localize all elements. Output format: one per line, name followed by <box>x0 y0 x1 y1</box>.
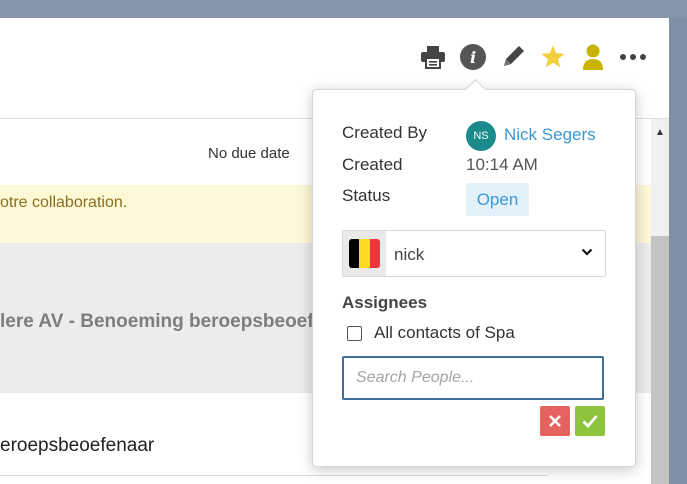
contact-select-value: nick <box>394 245 425 264</box>
all-contacts-label: All contacts of Spa <box>374 323 515 342</box>
more-icon <box>620 54 646 60</box>
user-icon <box>583 44 603 70</box>
status-label: Status <box>342 186 391 205</box>
due-date-label[interactable]: No due date <box>208 145 290 162</box>
scroll-up-arrow-icon[interactable]: ▲ <box>651 125 669 139</box>
flag-container <box>343 231 386 276</box>
print-icon <box>421 46 445 69</box>
created-time: 10:14 AM <box>466 155 538 174</box>
edit-button[interactable] <box>496 40 530 74</box>
print-button[interactable] <box>416 40 450 74</box>
vertical-scrollbar[interactable]: ▲ <box>651 119 669 484</box>
section-divider <box>0 475 548 476</box>
all-contacts-option[interactable]: All contacts of Spa <box>342 322 515 344</box>
assign-user-button[interactable] <box>576 40 610 74</box>
creator-name-link[interactable]: Nick Segers <box>504 125 596 145</box>
case-title: lere AV - Benoeming beroepsbeoefe <box>0 311 325 332</box>
cancel-button[interactable] <box>540 406 570 436</box>
assignees-label: Assignees <box>342 293 428 312</box>
status-badge[interactable]: Open <box>466 183 529 216</box>
scrollbar-thumb[interactable] <box>651 236 669 484</box>
notice-text: otre collaboration. <box>0 194 128 211</box>
desktop-band <box>0 0 687 18</box>
created-label: Created <box>342 155 403 174</box>
contact-select[interactable]: nick <box>342 230 606 277</box>
pencil-icon <box>504 46 524 66</box>
belgium-flag-icon <box>349 239 380 268</box>
info-button[interactable]: i <box>456 40 490 74</box>
created-by-label: Created By <box>342 123 428 142</box>
svg-text:i: i <box>470 48 476 67</box>
checkmark-icon <box>582 415 598 428</box>
all-contacts-checkbox[interactable] <box>347 325 362 341</box>
more-button[interactable] <box>616 40 650 74</box>
confirm-button[interactable] <box>575 406 605 436</box>
chevron-down-icon <box>581 248 593 256</box>
star-icon <box>541 45 565 68</box>
section-title: eroepsbeoefenaar <box>0 435 155 456</box>
favorite-button[interactable] <box>536 40 570 74</box>
close-icon <box>549 415 561 427</box>
avatar: NS <box>466 121 496 151</box>
info-icon: i <box>460 44 486 70</box>
task-info-popover: Created By NS Nick Segers Created 10:14 … <box>312 78 636 467</box>
search-people-input[interactable] <box>342 356 604 400</box>
